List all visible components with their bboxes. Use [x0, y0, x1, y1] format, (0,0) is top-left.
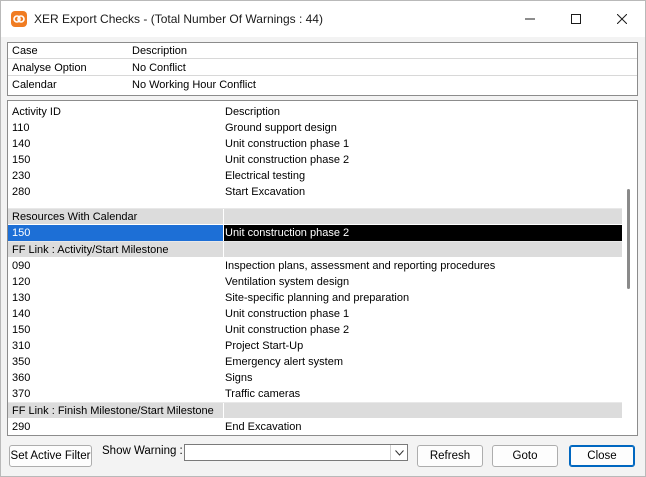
activity-id: 350: [12, 356, 31, 368]
activity-description: Signs: [225, 372, 253, 384]
title-bar[interactable]: XER Export Checks - (Total Number Of War…: [1, 1, 645, 37]
window-title: XER Export Checks - (Total Number Of War…: [34, 12, 323, 26]
activity-id: 280: [12, 186, 31, 198]
column-header-description: Description: [225, 106, 281, 118]
activity-description: Unit construction phase 1: [225, 308, 350, 320]
summary-row: Calendar No Working Hour Conflict: [8, 77, 637, 93]
minimize-icon: [525, 18, 535, 20]
maximize-button[interactable]: [553, 1, 599, 37]
summary-value: No Conflict: [132, 62, 186, 74]
maximize-icon: [571, 14, 581, 24]
activity-description: End Excavation: [225, 421, 302, 433]
activity-id: 150: [12, 227, 31, 239]
activity-description: Inspection plans, assessment and reporti…: [225, 260, 496, 272]
show-warning-dropdown[interactable]: [184, 444, 408, 461]
activity-description: Emergency alert system: [225, 356, 343, 368]
close-window-button[interactable]: [599, 1, 645, 37]
list-item[interactable]: 130 Site-specific planning and preparati…: [8, 290, 622, 306]
summary-value: No Working Hour Conflict: [132, 79, 256, 91]
column-divider: [223, 209, 224, 225]
activity-description: Start Excavation: [225, 186, 306, 198]
summary-row: Case Description: [8, 43, 637, 59]
activity-description: Electrical testing: [225, 170, 306, 182]
xer-export-checks-window: XER Export Checks - (Total Number Of War…: [0, 0, 646, 477]
activity-id: 090: [12, 260, 31, 272]
scrollbar-thumb[interactable]: [627, 189, 630, 289]
summary-label: Analyse Option: [12, 62, 87, 74]
activity-id: 360: [12, 372, 31, 384]
list-item[interactable]: 310 Project Start-Up: [8, 338, 622, 354]
summary-grid: Case Description Analyse Option No Confl…: [7, 42, 638, 96]
warnings-list[interactable]: Activity ID Description 110 Ground suppo…: [7, 100, 638, 436]
group-row[interactable]: FF Link : Activity/Start Milestone: [8, 241, 622, 258]
list-item[interactable]: 150 Unit construction phase 2: [8, 322, 622, 338]
summary-row: Analyse Option No Conflict: [8, 60, 637, 76]
list-item[interactable]: 150 Unit construction phase 2: [8, 152, 622, 168]
column-header-activity-id: Activity ID: [12, 106, 61, 118]
app-logo-icon: [11, 11, 27, 27]
group-title: Resources With Calendar: [12, 211, 138, 223]
activity-description: Site-specific planning and preparation: [225, 292, 410, 304]
list-item[interactable]: 360 Signs: [8, 370, 622, 386]
group-row[interactable]: Resources With Calendar: [8, 208, 622, 225]
selected-list-item[interactable]: 150 Unit construction phase 2: [8, 225, 622, 241]
summary-value: Description: [132, 45, 188, 57]
close-icon: [617, 14, 627, 24]
column-divider: [223, 403, 224, 419]
activity-description: Ventilation system design: [225, 276, 350, 288]
activity-description: Ground support design: [225, 122, 337, 134]
chevron-down-icon: [394, 449, 404, 456]
list-item[interactable]: 280 Start Excavation: [8, 184, 622, 200]
summary-label: Case: [12, 45, 38, 57]
vertical-scrollbar[interactable]: [622, 101, 637, 435]
activity-description: Unit construction phase 1: [225, 138, 350, 150]
goto-button[interactable]: Goto: [492, 445, 558, 467]
activity-id: 140: [12, 138, 31, 150]
activity-description: Unit construction phase 2: [225, 154, 350, 166]
list-item[interactable]: 140 Unit construction phase 1: [8, 136, 622, 152]
set-active-filter-button[interactable]: Set Active Filter: [9, 445, 92, 467]
refresh-button[interactable]: Refresh: [417, 445, 483, 467]
activity-id: 310: [12, 340, 31, 352]
show-warning-label: Show Warning :: [102, 445, 183, 457]
activity-description: Project Start-Up: [225, 340, 304, 352]
activity-id: 230: [12, 170, 31, 182]
group-row[interactable]: FF Link : Finish Milestone/Start Milesto…: [8, 402, 622, 419]
list-item[interactable]: 110 Ground support design: [8, 120, 622, 136]
close-button[interactable]: Close: [569, 445, 635, 467]
list-item[interactable]: 230 Electrical testing: [8, 168, 622, 184]
summary-label: Calendar: [12, 79, 57, 91]
group-title: FF Link : Finish Milestone/Start Milesto…: [12, 405, 214, 417]
list-item[interactable]: 350 Emergency alert system: [8, 354, 622, 370]
activity-id: 150: [12, 324, 31, 336]
list-item[interactable]: 090 Inspection plans, assessment and rep…: [8, 258, 622, 274]
activity-id: 110: [12, 122, 30, 134]
activity-id: 140: [12, 308, 31, 320]
dropdown-toggle[interactable]: [390, 445, 407, 460]
group-title: FF Link : Activity/Start Milestone: [12, 244, 169, 256]
list-item[interactable]: 140 Unit construction phase 1: [8, 306, 622, 322]
activity-id: 120: [12, 276, 31, 288]
column-divider: [223, 242, 224, 258]
list-item[interactable]: 370 Traffic cameras: [8, 386, 622, 402]
activity-description: Unit construction phase 2: [225, 227, 350, 239]
activity-id: 150: [12, 154, 31, 166]
activity-description: Traffic cameras: [225, 388, 301, 400]
activity-description: Unit construction phase 2: [225, 324, 350, 336]
warnings-list-body: Activity ID Description 110 Ground suppo…: [8, 101, 622, 435]
selection-highlight: [8, 225, 223, 241]
activity-id: 130: [12, 292, 31, 304]
list-item[interactable]: 290 End Excavation: [8, 419, 622, 435]
list-item[interactable]: 120 Ventilation system design: [8, 274, 622, 290]
list-header: Activity ID Description: [8, 104, 622, 120]
minimize-button[interactable]: [507, 1, 553, 37]
activity-id: 370: [12, 388, 31, 400]
activity-id: 290: [12, 421, 31, 433]
